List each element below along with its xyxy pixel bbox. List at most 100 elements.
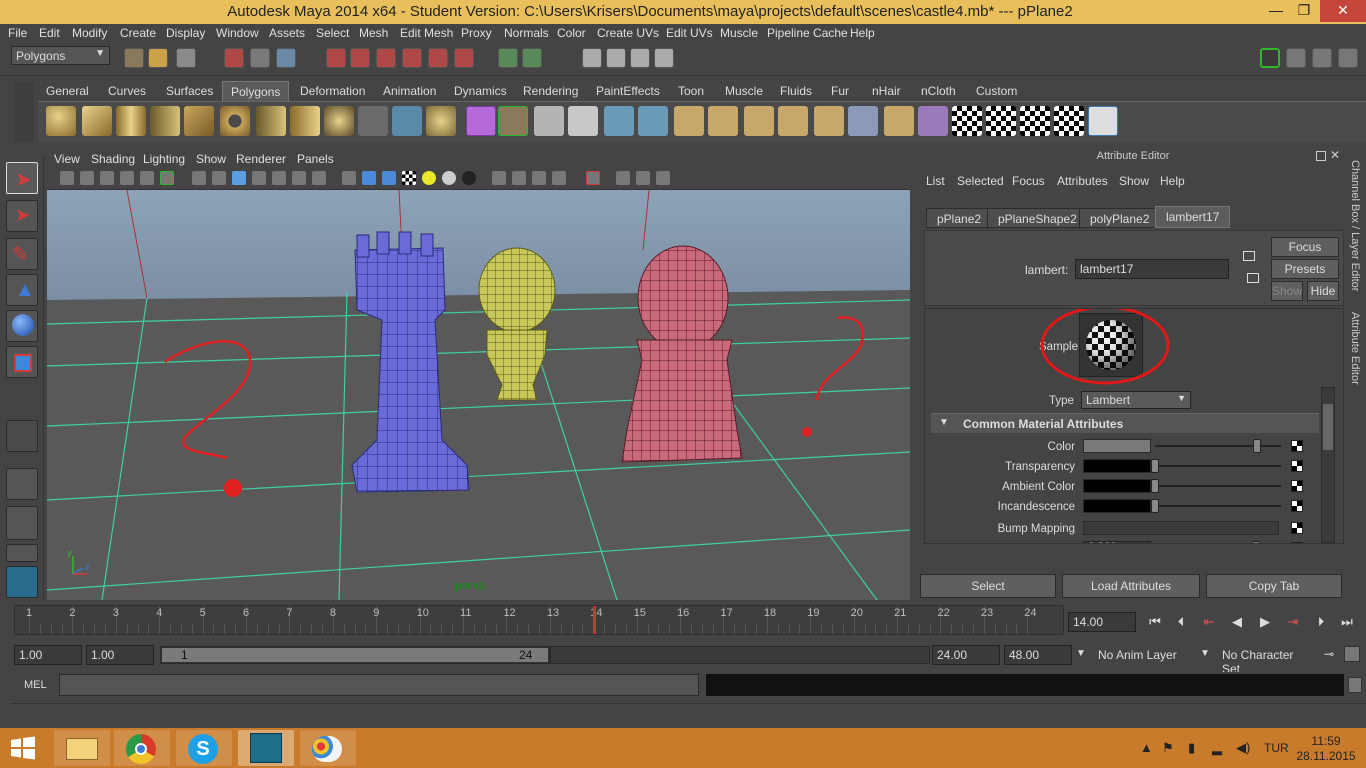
bookmarks-icon[interactable] bbox=[100, 171, 114, 185]
volume-icon[interactable]: ◀) bbox=[1236, 740, 1250, 756]
menu-normals[interactable]: Normals bbox=[504, 26, 549, 40]
current-time-marker[interactable] bbox=[593, 606, 597, 634]
range-slider[interactable]: 1 24 bbox=[160, 646, 550, 664]
shelf-tab-polygons[interactable]: Polygons bbox=[222, 81, 290, 101]
uv-editor-icon[interactable] bbox=[884, 106, 914, 136]
menu-create-uvs[interactable]: Create UVs bbox=[597, 26, 659, 40]
skype-icon[interactable]: S bbox=[176, 730, 232, 766]
attr-slider-knob[interactable] bbox=[1151, 479, 1159, 493]
poly-cylinder-icon[interactable] bbox=[116, 106, 146, 136]
default-lighting-icon[interactable] bbox=[342, 171, 356, 185]
film-gate-icon[interactable] bbox=[160, 171, 174, 185]
viewport-menu-shading[interactable]: Shading bbox=[91, 152, 135, 166]
anim-start-field[interactable]: 1.00 bbox=[86, 645, 154, 665]
menu-window[interactable]: Window bbox=[216, 26, 259, 40]
menu-edit[interactable]: Edit bbox=[39, 26, 60, 40]
poly-pyramid-icon[interactable] bbox=[256, 106, 286, 136]
attr-slider-knob[interactable] bbox=[1151, 459, 1159, 473]
toggle-hud-icon[interactable] bbox=[616, 171, 630, 185]
ae-tab-pplaneshape2[interactable]: pPlaneShape2 bbox=[987, 208, 1088, 228]
open-scene-icon[interactable] bbox=[148, 48, 168, 68]
shelf-tab-ncloth[interactable]: nCloth bbox=[913, 81, 964, 101]
node-name-input[interactable]: lambert17 bbox=[1075, 259, 1229, 279]
uv-unfold-icon[interactable] bbox=[1020, 106, 1050, 136]
separate-icon[interactable] bbox=[392, 106, 422, 136]
toggle-modeling-toolkit-icon[interactable] bbox=[1260, 48, 1280, 68]
paint-select-tool-icon[interactable]: ✎ bbox=[6, 238, 38, 270]
bridge-icon[interactable] bbox=[534, 106, 564, 136]
shelf-tab-nhair[interactable]: nHair bbox=[864, 81, 909, 101]
antialias-icon[interactable] bbox=[532, 171, 546, 185]
menu-pipeline-cache[interactable]: Pipeline Cache bbox=[767, 26, 848, 40]
poly-cone-icon[interactable] bbox=[150, 106, 180, 136]
select-object-icon[interactable] bbox=[250, 48, 270, 68]
split-polygon-icon[interactable] bbox=[604, 106, 634, 136]
map-texture-icon[interactable] bbox=[1291, 500, 1303, 512]
attr-slider-track[interactable] bbox=[1155, 465, 1281, 467]
merge-icon[interactable] bbox=[744, 106, 774, 136]
end-time-field[interactable]: 24.00 bbox=[932, 645, 1000, 665]
viewport-menu-show[interactable]: Show bbox=[196, 152, 226, 166]
viewport-menu-panels[interactable]: Panels bbox=[297, 152, 334, 166]
current-frame-field[interactable]: 14.00 bbox=[1068, 612, 1136, 632]
ae-tab-polyplane2[interactable]: polyPlane2 bbox=[1079, 208, 1161, 228]
menu-set-dropdown[interactable]: Polygons ▼ bbox=[11, 46, 110, 65]
isolate-select-icon[interactable] bbox=[492, 171, 506, 185]
new-scene-icon[interactable] bbox=[124, 48, 144, 68]
mel-label[interactable]: MEL bbox=[24, 679, 47, 691]
go-to-end-icon[interactable]: ⏭ bbox=[1338, 614, 1356, 630]
mel-input[interactable] bbox=[59, 674, 699, 696]
ipr-render-icon[interactable] bbox=[630, 48, 650, 68]
attr-slider-knob[interactable] bbox=[1251, 541, 1260, 543]
snap-plane-icon[interactable] bbox=[402, 48, 422, 68]
poly-plane-icon[interactable] bbox=[184, 106, 214, 136]
magnet-icon[interactable] bbox=[454, 48, 474, 68]
wireframe-on-shaded-icon[interactable] bbox=[232, 171, 246, 185]
attribute-editor-toggle-icon[interactable] bbox=[1286, 48, 1306, 68]
attr-color-swatch[interactable] bbox=[1083, 479, 1151, 493]
show-hidden-icons[interactable]: ▲ bbox=[1140, 740, 1153, 755]
shelf-tab-rendering[interactable]: Rendering bbox=[515, 81, 586, 101]
render-settings-icon[interactable] bbox=[654, 48, 674, 68]
menu-edit-mesh[interactable]: Edit Mesh bbox=[400, 26, 453, 40]
poke-face-icon[interactable] bbox=[814, 106, 844, 136]
map-texture-icon[interactable] bbox=[1291, 480, 1303, 492]
combine-icon[interactable] bbox=[358, 106, 388, 136]
network-icon[interactable]: ▂ bbox=[1212, 740, 1222, 756]
xray-components-icon[interactable] bbox=[292, 171, 306, 185]
wireframe-icon[interactable] bbox=[192, 171, 206, 185]
play-forward-icon[interactable]: ▶ bbox=[1256, 614, 1274, 630]
file-explorer-icon[interactable] bbox=[54, 730, 110, 766]
maya-taskbar-icon[interactable] bbox=[238, 730, 294, 766]
select-button[interactable]: Select bbox=[920, 574, 1056, 598]
flat-lighting-icon[interactable] bbox=[382, 171, 396, 185]
ae-menu-help[interactable]: Help bbox=[1160, 174, 1185, 188]
menu-create[interactable]: Create bbox=[120, 26, 156, 40]
scale-tool-icon[interactable] bbox=[6, 346, 38, 378]
presets-button[interactable]: Presets bbox=[1271, 259, 1339, 279]
select-camera-icon[interactable] bbox=[60, 171, 74, 185]
attr-color-swatch[interactable] bbox=[1083, 499, 1151, 513]
menu-display[interactable]: Display bbox=[166, 26, 205, 40]
menu-mesh[interactable]: Mesh bbox=[359, 26, 388, 40]
ao-icon[interactable] bbox=[462, 171, 476, 185]
ae-menu-attributes[interactable]: Attributes bbox=[1057, 174, 1108, 188]
attr-value-field[interactable]: 0.800 bbox=[1083, 541, 1151, 543]
bevel-icon[interactable] bbox=[778, 106, 808, 136]
snap-grid-icon[interactable] bbox=[326, 48, 346, 68]
motion-blur-icon[interactable] bbox=[512, 171, 526, 185]
texture-toggle-icon[interactable] bbox=[402, 171, 416, 185]
shelf-tab-dynamics[interactable]: Dynamics bbox=[446, 81, 515, 101]
output-connections-icon[interactable] bbox=[1247, 273, 1259, 283]
type-dropdown[interactable]: Lambert ▼ bbox=[1081, 391, 1191, 409]
poly-sphere-icon[interactable] bbox=[46, 106, 76, 136]
rotate-tool-icon[interactable] bbox=[6, 310, 38, 342]
field-chart-icon[interactable] bbox=[656, 171, 670, 185]
layout-single-icon[interactable] bbox=[6, 468, 38, 500]
shelf-options-menu[interactable] bbox=[14, 82, 34, 142]
map-texture-icon[interactable] bbox=[1291, 542, 1303, 543]
anim-end-field[interactable]: 48.00 bbox=[1004, 645, 1072, 665]
menu-proxy[interactable]: Proxy bbox=[461, 26, 492, 40]
image-plane-icon[interactable] bbox=[120, 171, 134, 185]
xray-joints-icon[interactable] bbox=[272, 171, 286, 185]
